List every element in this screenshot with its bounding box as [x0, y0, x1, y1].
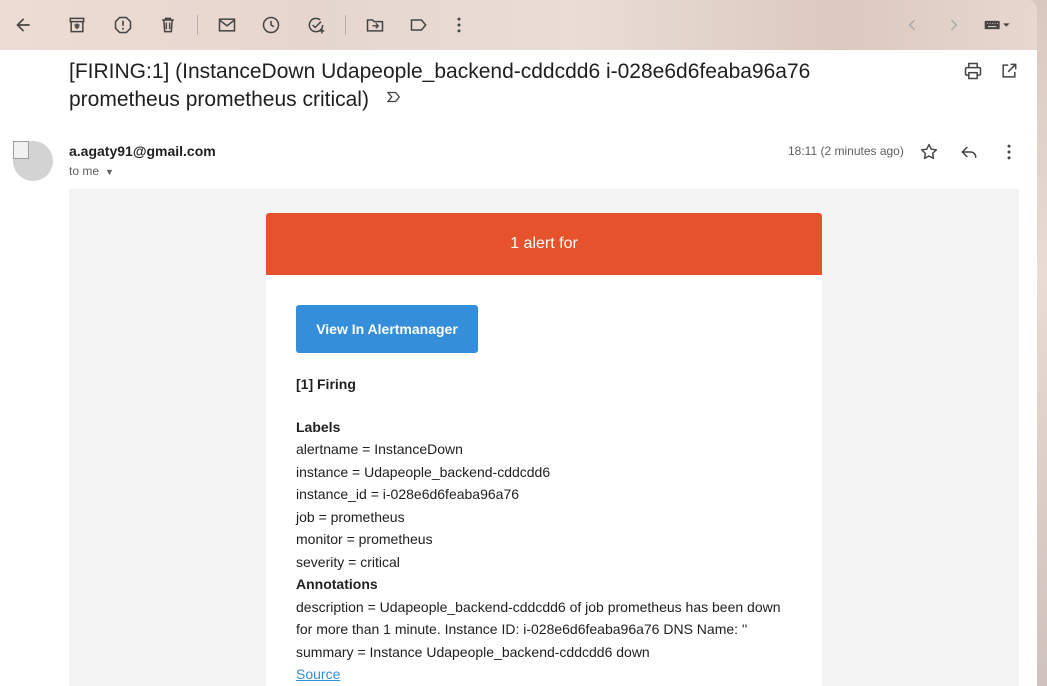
add-task-icon[interactable] [304, 13, 328, 37]
clock-icon[interactable] [259, 13, 283, 37]
arrow-left-icon[interactable] [11, 13, 35, 37]
reply-icon[interactable] [958, 141, 980, 163]
subject-line-2: prometheus prometheus critical) [69, 88, 369, 111]
email-subject: [FIRING:1] (InstanceDown Udapeople_backe… [69, 58, 929, 114]
broken-image-icon [13, 141, 29, 159]
gmail-window: [FIRING:1] (InstanceDown Udapeople_backe… [0, 0, 1037, 686]
message-toolbar [0, 0, 1037, 50]
star-icon[interactable] [918, 141, 940, 163]
alert-details: [1] Firing Labels alertname = InstanceDo… [296, 373, 806, 686]
toolbar-divider [197, 15, 198, 35]
label-row: instance_id = i-028e6d6feaba96a76 [296, 486, 520, 502]
sender-avatar [13, 141, 53, 181]
more-vert-icon[interactable] [998, 141, 1020, 163]
recipient-label: to me [69, 164, 100, 178]
label-row: job = prometheus [296, 508, 405, 525]
archive-icon[interactable] [65, 13, 89, 37]
email-body: 1 alert for View In Alertmanager [1] Fir… [69, 189, 1019, 686]
folder-move-icon[interactable] [363, 13, 387, 37]
annotation-row: description = Udapeople_backend-cddcdd6 … [296, 598, 781, 615]
toolbar-divider [345, 15, 346, 35]
label-row: severity = critical [296, 553, 400, 570]
labels-heading: Labels [296, 418, 341, 435]
annotation-row: summary = Instance Udapeople_backend-cdd… [296, 643, 650, 660]
view-in-alertmanager-button[interactable]: View In Alertmanager [296, 305, 478, 353]
label-row: monitor = prometheus [296, 531, 433, 547]
annotation-row: for more than 1 minute. Instance ID: i-0… [296, 621, 748, 637]
mail-icon[interactable] [215, 13, 239, 37]
open-in-new-window-icon[interactable] [998, 60, 1020, 82]
keyboard-icon[interactable] [980, 13, 1016, 37]
label-icon[interactable] [407, 13, 431, 37]
alert-header: 1 alert for [266, 213, 822, 275]
caret-down-icon[interactable]: ▼ [105, 167, 114, 177]
recipient-details[interactable]: to me ▼ [69, 164, 114, 178]
label-row: alertname = InstanceDown [296, 441, 463, 457]
more-vert-icon[interactable] [447, 13, 471, 37]
email-timestamp: 18:11 (2 minutes ago) [788, 144, 904, 158]
label-row: instance = Udapeople_backend-cddcdd6 [296, 463, 551, 480]
subject-line-1: [FIRING:1] (InstanceDown Udapeople_backe… [69, 60, 811, 83]
alert-card: 1 alert for View In Alertmanager [1] Fir… [266, 213, 822, 686]
chevron-left-icon[interactable] [901, 13, 925, 37]
annotations-heading: Annotations [296, 576, 378, 592]
importance-marker-icon[interactable] [385, 86, 403, 114]
trash-icon[interactable] [156, 13, 180, 37]
print-icon[interactable] [962, 60, 984, 82]
chevron-right-icon[interactable] [941, 13, 965, 37]
source-link[interactable]: Source [296, 666, 340, 682]
firing-status: [1] Firing [296, 376, 356, 392]
report-icon[interactable] [111, 13, 135, 37]
sender-email[interactable]: a.agaty91@gmail.com [69, 143, 216, 159]
